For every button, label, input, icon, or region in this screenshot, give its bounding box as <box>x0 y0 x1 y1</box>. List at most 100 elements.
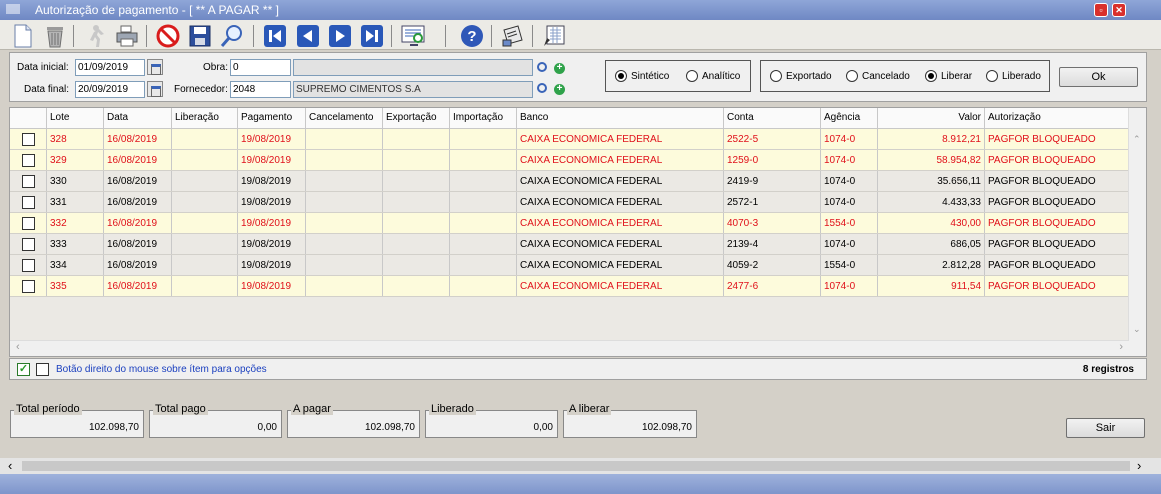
cell-exportacao <box>383 129 450 149</box>
table-row[interactable]: 332 16/08/2019 19/08/2019 CAIXA ECONOMICA F… <box>10 213 1129 234</box>
radio-exportado[interactable]: Exportado <box>770 70 832 82</box>
preview-icon[interactable] <box>400 23 426 49</box>
calendar-icon[interactable] <box>147 59 163 75</box>
data-inicial-field[interactable] <box>75 59 145 76</box>
row-checkbox[interactable] <box>22 196 35 209</box>
fornecedor-name-field <box>293 81 533 98</box>
cell-liberacao <box>172 255 238 275</box>
cell-lote: 330 <box>47 171 104 191</box>
cell-pagamento: 19/08/2019 <box>238 276 306 296</box>
scroll-right-icon[interactable]: › <box>1119 341 1123 353</box>
table-row[interactable]: 329 16/08/2019 19/08/2019 CAIXA ECONOMICA F… <box>10 150 1129 171</box>
scroll-left-icon[interactable]: ‹ <box>8 458 12 473</box>
table-row[interactable]: 333 16/08/2019 19/08/2019 CAIXA ECONOMICA F… <box>10 234 1129 255</box>
table-row[interactable]: 335 16/08/2019 19/08/2019 CAIXA ECONOMICA F… <box>10 276 1129 297</box>
select-all-checkbox[interactable]: ✓ <box>17 363 30 376</box>
last-record-icon[interactable] <box>359 23 385 49</box>
close-button[interactable]: ✕ <box>1112 3 1126 17</box>
table-row[interactable]: 328 16/08/2019 19/08/2019 CAIXA ECONOMICA F… <box>10 129 1129 150</box>
row-select-cell <box>10 150 47 170</box>
previous-record-icon[interactable] <box>295 23 321 49</box>
help-icon[interactable]: ? <box>459 23 485 49</box>
radio-liberar[interactable]: Liberar <box>925 70 972 82</box>
search-fornecedor-icon[interactable] <box>537 83 547 93</box>
window-menu-icon[interactable] <box>6 4 20 14</box>
cell-pagamento: 19/08/2019 <box>238 150 306 170</box>
deselect-all-checkbox[interactable] <box>36 363 49 376</box>
fornecedor-code-field[interactable] <box>230 81 291 98</box>
cancel-icon[interactable] <box>155 23 181 49</box>
scroll-up-icon[interactable]: ⌃ <box>1133 134 1141 145</box>
trash-icon[interactable] <box>42 23 68 49</box>
first-record-icon[interactable] <box>262 23 288 49</box>
row-checkbox[interactable] <box>22 154 35 167</box>
cell-cancelamento <box>306 213 383 233</box>
cell-autorizacao: PAGFOR BLOQUEADO <box>985 192 1129 212</box>
restore-button[interactable]: ▫ <box>1094 3 1108 17</box>
toolbar-separator <box>253 25 254 47</box>
row-checkbox[interactable] <box>22 280 35 293</box>
edit-sheet-icon[interactable] <box>541 23 567 49</box>
cell-pagamento: 19/08/2019 <box>238 171 306 191</box>
radio-dot <box>925 70 937 82</box>
save-icon[interactable] <box>187 23 213 49</box>
add-fornecedor-icon[interactable]: + <box>554 84 565 95</box>
column-header[interactable]: Data <box>104 108 172 128</box>
column-header[interactable]: Liberação <box>172 108 238 128</box>
scroll-thumb[interactable] <box>22 461 1130 471</box>
window-horizontal-scrollbar[interactable]: ‹ › <box>0 458 1161 474</box>
column-header[interactable]: Conta <box>724 108 821 128</box>
a-liberar-box: A liberar 102.098,70 <box>563 403 697 438</box>
record-count: 8 registros <box>1082 364 1134 375</box>
total-label: A pagar <box>291 403 333 415</box>
cell-valor: 686,05 <box>878 234 985 254</box>
column-header[interactable]: Lote <box>47 108 104 128</box>
column-header[interactable]: Exportação <box>383 108 450 128</box>
table-row[interactable]: 330 16/08/2019 19/08/2019 CAIXA ECONOMICA F… <box>10 171 1129 192</box>
column-header[interactable]: Cancelamento <box>306 108 383 128</box>
table-row[interactable]: 331 16/08/2019 19/08/2019 CAIXA ECONOMICA F… <box>10 192 1129 213</box>
horizontal-scrollbar[interactable]: ‹ › <box>10 340 1129 356</box>
row-checkbox[interactable] <box>22 175 35 188</box>
vertical-scrollbar[interactable]: ⌃ ⌄ <box>1128 108 1146 356</box>
radio-liberado[interactable]: Liberado <box>986 70 1041 82</box>
scroll-left-icon[interactable]: ‹ <box>16 341 20 353</box>
run-icon[interactable] <box>82 23 108 49</box>
row-checkbox[interactable] <box>22 217 35 230</box>
new-document-icon[interactable] <box>10 23 36 49</box>
row-checkbox[interactable] <box>22 133 35 146</box>
column-header[interactable]: Agência <box>821 108 878 128</box>
column-header[interactable]: Importação <box>450 108 517 128</box>
calendar-icon[interactable] <box>147 81 163 97</box>
column-header[interactable]: Autorização <box>985 108 1129 128</box>
search-icon[interactable] <box>219 23 245 49</box>
column-header[interactable]: Pagamento <box>238 108 306 128</box>
next-record-icon[interactable] <box>327 23 353 49</box>
cell-pagamento: 19/08/2019 <box>238 129 306 149</box>
row-checkbox[interactable] <box>22 259 35 272</box>
column-header[interactable]: Valor <box>878 108 985 128</box>
radio-dot <box>986 70 998 82</box>
row-checkbox[interactable] <box>22 238 35 251</box>
radio-sintetico[interactable]: Sintético <box>615 70 669 82</box>
ok-button[interactable]: Ok <box>1059 67 1138 87</box>
export-icon[interactable] <box>500 23 526 49</box>
cell-liberacao <box>172 129 238 149</box>
obra-code-field[interactable] <box>230 59 291 76</box>
total-label: A liberar <box>567 403 612 415</box>
cell-liberacao <box>172 171 238 191</box>
status-filter-group: Exportado Cancelado Liberar Liberado <box>760 60 1050 92</box>
row-select-cell <box>10 234 47 254</box>
print-icon[interactable] <box>114 23 140 49</box>
scroll-right-icon[interactable]: › <box>1137 458 1141 473</box>
data-final-field[interactable] <box>75 81 145 98</box>
search-obra-icon[interactable] <box>537 62 547 72</box>
cell-lote: 335 <box>47 276 104 296</box>
column-header[interactable]: Banco <box>517 108 724 128</box>
scroll-down-icon[interactable]: ⌄ <box>1133 324 1141 335</box>
table-row[interactable]: 334 16/08/2019 19/08/2019 CAIXA ECONOMICA F… <box>10 255 1129 276</box>
radio-analitico[interactable]: Analítico <box>686 70 740 82</box>
radio-cancelado[interactable]: Cancelado <box>846 70 910 82</box>
add-obra-icon[interactable]: + <box>554 63 565 74</box>
sair-button[interactable]: Sair <box>1066 418 1145 438</box>
